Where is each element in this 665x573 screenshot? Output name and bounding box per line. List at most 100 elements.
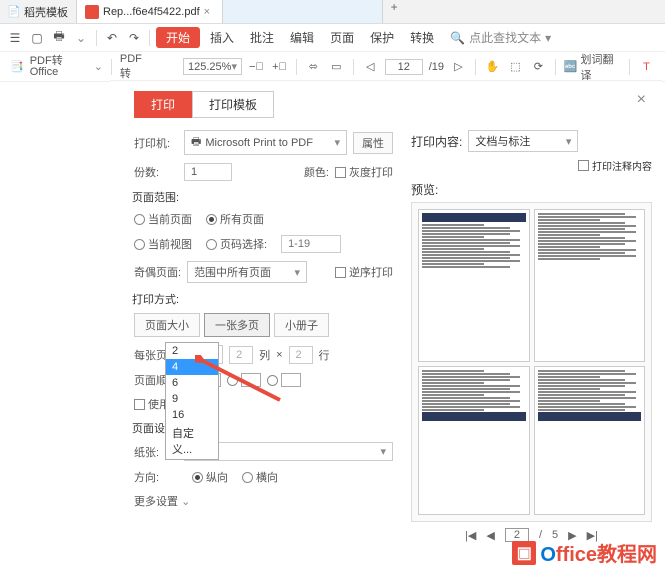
mode-multi-per-sheet[interactable]: 一张多页 xyxy=(204,313,270,337)
chevron-down-icon: ▾ xyxy=(295,266,301,279)
more-settings-link[interactable]: 更多设置 ⌄ xyxy=(134,493,190,509)
col-label: 列 xyxy=(259,347,270,363)
radio-all-pages[interactable]: 所有页面 xyxy=(206,211,264,227)
properties-button[interactable]: 属性 xyxy=(353,132,393,154)
pdf2office-label[interactable]: PDF转Office xyxy=(30,56,88,78)
prev-page-icon[interactable]: ◁ xyxy=(362,58,379,76)
tab-blurred[interactable] xyxy=(223,0,383,23)
page-range-input[interactable] xyxy=(281,235,341,253)
parity-select[interactable]: 范围中所有页面▾ xyxy=(187,261,307,283)
preview-page xyxy=(534,366,646,516)
redo-icon[interactable]: ↷ xyxy=(125,29,143,47)
print-preview-panel: 打印内容: 文档与标注▾ 打印注释内容 预览: |◀ ◀ 2 / 5 ▶ ▶ xyxy=(405,126,662,570)
rotate-icon[interactable]: ⟳ xyxy=(530,58,547,76)
first-page-icon[interactable]: |◀ xyxy=(465,529,476,542)
printer-select[interactable]: 🖶 Microsoft Print to PDF ▾ xyxy=(184,130,347,155)
dropdown-option[interactable]: 6 xyxy=(166,375,218,391)
tab-label: Rep...f6e4f5422.pdf xyxy=(103,6,200,18)
preview-area xyxy=(411,202,652,522)
times-label: × xyxy=(276,349,282,361)
chevron-down-icon[interactable]: ⌄ xyxy=(72,29,90,47)
print-content-label: 打印内容: xyxy=(411,133,462,150)
mode-booklet[interactable]: 小册子 xyxy=(274,313,329,337)
prev-page-icon[interactable]: ◀ xyxy=(486,529,494,542)
tab-bar: 📄 稻壳模板 Rep...f6e4f5422.pdf × + xyxy=(0,0,665,24)
radio-landscape[interactable]: 横向 xyxy=(242,469,278,485)
close-icon[interactable]: × xyxy=(204,6,214,18)
main-toolbar: ☰ ▢ 🖶 ⌄ ↶ ↷ 开始 插入 批注 编辑 页面 保护 转换 🔍 点此查找文… xyxy=(0,24,665,52)
office-logo-icon: ▣ xyxy=(512,541,536,565)
dropdown-option[interactable]: 16 xyxy=(166,407,218,423)
add-tab-button[interactable]: + xyxy=(383,0,406,23)
undo-icon[interactable]: ↶ xyxy=(103,29,121,47)
copies-input[interactable]: 1 xyxy=(184,163,232,181)
zoom-in-icon[interactable]: +⃝ xyxy=(271,58,288,76)
chevron-down-icon[interactable]: ⌄ xyxy=(94,60,103,73)
chevron-down-icon: ⌄ xyxy=(181,496,190,508)
cols-input[interactable]: 2 xyxy=(229,346,253,364)
menu-review[interactable]: 批注 xyxy=(244,29,280,46)
dropdown-option[interactable]: 自定义... xyxy=(166,423,218,459)
radio-page-select[interactable]: 页码选择: xyxy=(206,236,267,252)
order-option-2[interactable] xyxy=(227,373,261,387)
rows-input[interactable]: 2 xyxy=(289,346,313,364)
select-icon[interactable]: ⬚ xyxy=(507,58,524,76)
grayscale-checkbox[interactable]: 灰度打印 xyxy=(335,164,393,180)
orientation-label: 方向: xyxy=(134,469,178,485)
menu-icon[interactable]: ☰ xyxy=(6,29,24,47)
menu-convert[interactable]: 转换 xyxy=(404,29,440,46)
radio-portrait[interactable]: 纵向 xyxy=(192,469,228,485)
watermark-brand: 教程网 xyxy=(597,544,657,566)
menu-insert[interactable]: 插入 xyxy=(204,29,240,46)
reverse-checkbox[interactable]: 逆序打印 xyxy=(335,264,393,280)
chevron-down-icon: ▾ xyxy=(545,31,551,45)
pdf-icon xyxy=(85,5,99,19)
pdf-convert-label[interactable]: PDF转 xyxy=(120,53,151,81)
tab-print-template[interactable]: 打印模板 xyxy=(192,91,274,118)
copies-label: 份数: xyxy=(134,164,178,180)
tab-document[interactable]: Rep...f6e4f5422.pdf × xyxy=(77,0,223,23)
annotations-checkbox[interactable]: 打印注释内容 xyxy=(578,158,652,173)
menu-protect[interactable]: 保护 xyxy=(364,29,400,46)
search-placeholder: 点此查找文本 xyxy=(469,29,541,46)
open-icon[interactable]: ▢ xyxy=(28,29,46,47)
printer-label: 打印机: xyxy=(134,135,178,151)
tab-label: 稻壳模板 xyxy=(24,4,68,20)
page-input[interactable]: 12 xyxy=(385,59,423,75)
zoom-value: 125.25% xyxy=(188,61,231,73)
next-page-icon[interactable]: ▷ xyxy=(450,58,467,76)
mode-page-size[interactable]: 页面大小 xyxy=(134,313,200,337)
preview-label: 预览: xyxy=(411,181,652,198)
hand-icon[interactable]: ✋ xyxy=(484,58,501,76)
zoom-control[interactable]: 125.25% ▾ xyxy=(183,58,242,75)
search-icon: 🔍 xyxy=(450,31,465,45)
tab-print[interactable]: 打印 xyxy=(134,91,192,118)
fit-width-icon[interactable]: ⬄ xyxy=(305,58,322,76)
zoom-out-icon[interactable]: −⃝ xyxy=(248,58,265,76)
menu-edit[interactable]: 编辑 xyxy=(284,29,320,46)
fit-page-icon[interactable]: ▭ xyxy=(328,58,345,76)
watermark-o: O xyxy=(540,544,556,566)
radio-current-view[interactable]: 当前视图 xyxy=(134,236,192,252)
search-input[interactable]: 🔍 点此查找文本 ▾ xyxy=(444,27,557,48)
translate-button[interactable]: 🔤 划词翻译 xyxy=(564,51,621,83)
tab-template[interactable]: 📄 稻壳模板 xyxy=(0,0,77,23)
menu-start[interactable]: 开始 xyxy=(156,27,200,48)
radio-current-page[interactable]: 当前页面 xyxy=(134,211,192,227)
dropdown-option[interactable]: 9 xyxy=(166,391,218,407)
print-content-select[interactable]: 文档与标注▾ xyxy=(468,130,578,152)
order-n-icon xyxy=(241,373,261,387)
dropdown-option[interactable]: 4 xyxy=(166,359,218,375)
dropdown-option[interactable]: 2 xyxy=(166,343,218,359)
chevron-down-icon: ▾ xyxy=(334,136,340,149)
pages-per-sheet-dropdown: 2 4 6 9 16 自定义... xyxy=(165,342,219,460)
order-option-3[interactable] xyxy=(267,373,301,387)
text-tool-icon[interactable]: T xyxy=(638,58,655,76)
translate-icon: 🔤 xyxy=(564,60,578,73)
menu-page[interactable]: 页面 xyxy=(324,29,360,46)
row-label: 行 xyxy=(319,347,330,363)
pdf2office-icon: 📑 xyxy=(10,60,24,73)
dialog-tabs: 打印 打印模板 × xyxy=(110,81,662,126)
close-icon[interactable]: × xyxy=(637,91,652,118)
print-icon[interactable]: 🖶 xyxy=(50,29,68,47)
